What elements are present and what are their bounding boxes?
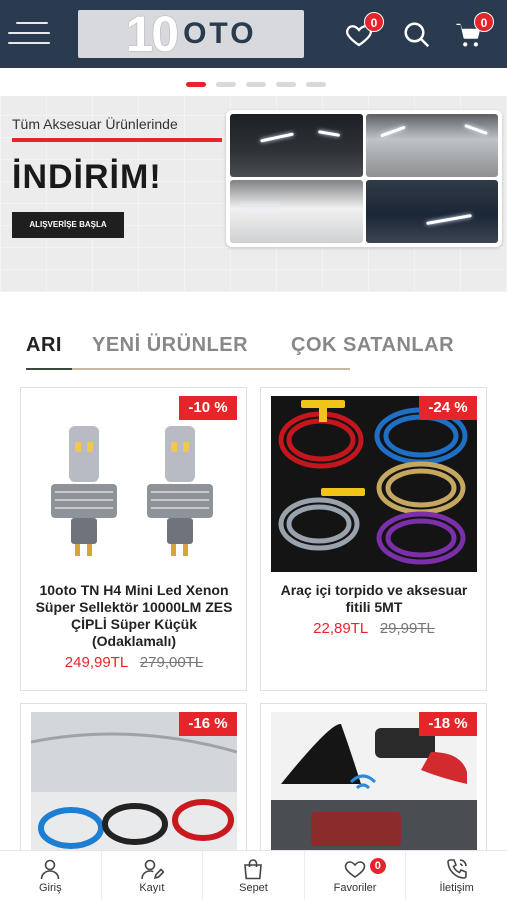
- slider-dot[interactable]: [216, 82, 236, 87]
- slider-pagination: [186, 82, 326, 87]
- menu-icon[interactable]: [8, 18, 52, 50]
- nav-label: Favoriler: [333, 882, 377, 894]
- banner-title: İNDİRİM!: [12, 158, 162, 196]
- product-prices: 22,89TL 29,99TL: [269, 620, 479, 637]
- top-header: 10 OTO 0 0: [0, 0, 507, 68]
- tab-ari[interactable]: ARI: [26, 334, 62, 357]
- nav-login[interactable]: Giriş: [0, 851, 102, 900]
- favorites-button[interactable]: 0: [344, 12, 384, 50]
- cart-count-badge: 0: [474, 12, 494, 32]
- promo-banner[interactable]: Tüm Aksesuar Ürünlerinde İNDİRİM! ALIŞVE…: [0, 96, 507, 292]
- product-old-price: 29,99TL: [379, 620, 435, 637]
- product-price: 22,89TL: [313, 620, 368, 637]
- banner-subtitle: Tüm Aksesuar Ürünlerinde: [12, 116, 178, 132]
- car-photo: [365, 114, 498, 177]
- logo-word: OTO: [183, 17, 257, 50]
- product-image: -18 %: [271, 712, 477, 862]
- discount-badge: -18 %: [419, 712, 477, 736]
- product-card[interactable]: -24 % Araç içi torpido ve aksesuar fitil…: [260, 387, 487, 691]
- tab-new-products[interactable]: YENİ ÜRÜNLER: [92, 334, 248, 357]
- product-prices: 249,99TL 279,00TL: [29, 654, 239, 671]
- site-logo[interactable]: 10 OTO: [78, 6, 304, 62]
- car-photo: [230, 114, 363, 177]
- logo-number: 10: [125, 6, 179, 62]
- nav-label: Sepet: [239, 882, 268, 894]
- nav-label: İletişim: [439, 882, 474, 894]
- search-icon: [404, 22, 430, 48]
- cart-button[interactable]: 0: [454, 12, 494, 50]
- user-icon: [40, 859, 60, 880]
- nav-cart[interactable]: Sepet: [203, 851, 305, 900]
- product-name[interactable]: 10oto TN H4 Mini Led Xenon Süper Sellekt…: [29, 582, 239, 650]
- product-old-price: 279,00TL: [139, 654, 204, 671]
- bag-icon: [244, 859, 263, 880]
- nav-contact[interactable]: İletişim: [406, 851, 507, 900]
- search-button[interactable]: [402, 18, 434, 50]
- product-card[interactable]: -16 %: [20, 703, 247, 863]
- product-card[interactable]: -18 %: [260, 703, 487, 863]
- slider-dot[interactable]: [246, 82, 266, 87]
- car-photo: [365, 180, 498, 243]
- slider-dot[interactable]: [276, 82, 296, 87]
- favorites-count-badge: 0: [364, 12, 384, 32]
- product-tabs: ARI YENİ ÜRÜNLER ÇOK SATANLAR: [26, 334, 486, 374]
- product-card[interactable]: -10 % 10oto TN H4 Mini Led Xenon Süper S…: [20, 387, 247, 691]
- discount-badge: -10 %: [179, 396, 237, 420]
- banner-accent-line: [12, 138, 222, 142]
- nav-favorites[interactable]: 0 Favoriler: [305, 851, 407, 900]
- shop-now-button[interactable]: ALIŞVERİŞE BAŞLA: [12, 212, 124, 238]
- product-name[interactable]: Araç içi torpido ve aksesuar fitili 5MT: [269, 582, 479, 616]
- favorites-nav-badge: 0: [368, 857, 387, 875]
- product-image: -16 %: [31, 712, 237, 862]
- page: 10 OTO 0 0 Tüm Aksesuar Ürünlerinde İNDİ…: [0, 0, 507, 900]
- nav-label: Giriş: [38, 882, 62, 894]
- slider-dot[interactable]: [306, 82, 326, 87]
- product-price: 249,99TL: [64, 654, 128, 671]
- discount-badge: -16 %: [179, 712, 237, 736]
- bottom-navigation: Giriş Kayıt Sepet 0 Favoriler İletişim: [0, 850, 507, 900]
- nav-label: Kayıt: [139, 882, 165, 894]
- product-image: -24 %: [271, 396, 477, 572]
- car-photo: [230, 180, 363, 243]
- tab-best-sellers[interactable]: ÇOK SATANLAR: [291, 334, 454, 357]
- banner-photo-collage: [226, 110, 502, 247]
- discount-badge: -24 %: [419, 396, 477, 420]
- user-edit-icon: [141, 859, 164, 880]
- heart-icon: [344, 861, 366, 878]
- tabs-divider: [26, 368, 350, 370]
- phone-icon: [446, 859, 467, 879]
- slider-dot[interactable]: [186, 82, 206, 87]
- product-image: -10 %: [31, 396, 237, 572]
- nav-register[interactable]: Kayıt: [102, 851, 204, 900]
- active-tab-indicator: [26, 368, 72, 370]
